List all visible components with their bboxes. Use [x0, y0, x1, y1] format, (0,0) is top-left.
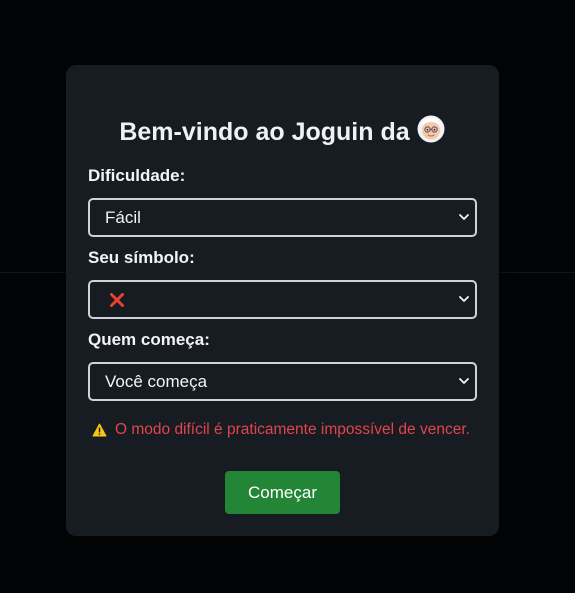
red-x-icon: [109, 285, 125, 320]
starter-label: Quem começa:: [88, 330, 210, 349]
dialog-title-text: Bem-vindo ao Joguin da: [119, 118, 410, 146]
difficulty-label: Dificuldade:: [88, 166, 186, 185]
warning-icon: [92, 423, 107, 442]
difficulty-select[interactable]: Fácil: [88, 198, 477, 237]
symbol-label: Seu símbolo:: [88, 248, 195, 267]
starter-select[interactable]: Você começa: [88, 362, 477, 401]
chevron-down-icon: [459, 214, 469, 220]
difficulty-select-value: Fácil: [105, 208, 141, 227]
warning-text: O modo difícil é praticamente impossível…: [115, 421, 470, 438]
chevron-down-icon: [459, 296, 469, 302]
starter-select-value: Você começa: [105, 372, 208, 391]
start-button[interactable]: Começar: [225, 471, 340, 514]
dialog-title: Bem-vindo ao Joguin da: [66, 114, 499, 151]
welcome-dialog: Bem-vindo ao Joguin da Dificuldade: Fáci…: [66, 65, 499, 536]
difficulty-warning: O modo difícil é praticamente impossível…: [92, 421, 470, 442]
symbol-select[interactable]: [88, 280, 477, 319]
old-person-emoji-icon: [416, 114, 446, 151]
chevron-down-icon: [459, 378, 469, 384]
